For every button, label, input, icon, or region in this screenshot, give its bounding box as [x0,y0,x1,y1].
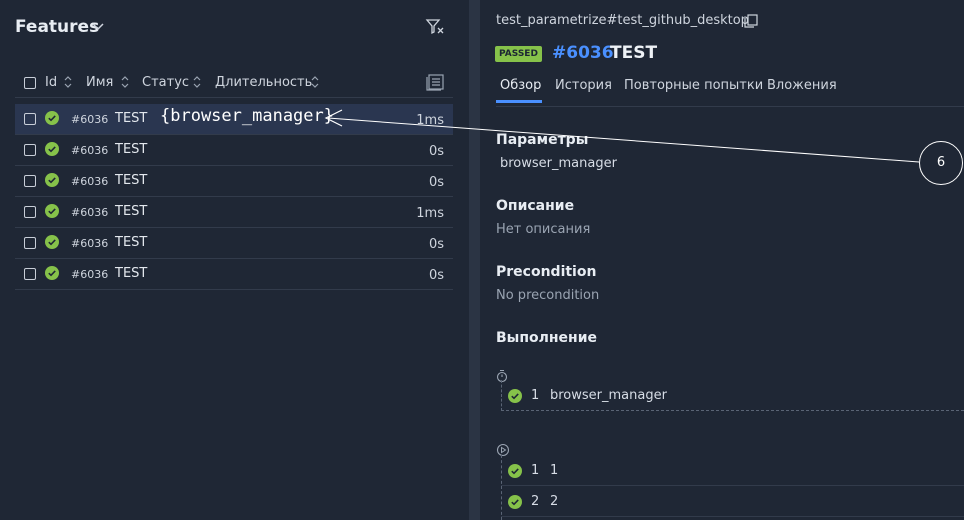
passed-icon [45,173,59,187]
step-number: 1 [531,388,540,403]
row-duration: 1ms [416,206,444,221]
chevron-down-icon[interactable] [91,20,105,34]
description-title: Описание [496,198,575,214]
row-checkbox[interactable] [24,237,36,249]
precondition-value: No precondition [496,288,600,303]
sort-icon[interactable] [120,75,130,89]
active-tab-indicator [496,100,542,103]
table-row[interactable]: #6036 TEST 0s [15,135,453,166]
callout-number: 6 [919,141,963,185]
row-name: TEST [115,111,148,126]
row-id: #6036 [71,237,109,250]
test-detail-panel: test_parametrize#test_github_desktop PAS… [480,0,964,520]
passed-icon [45,111,59,125]
row-id: #6036 [71,268,109,281]
table-row[interactable]: #6036 TEST 0s [15,259,453,290]
table-row[interactable]: #6036 TEST 1ms [15,197,453,228]
row-id: #6036 [71,144,109,157]
step-name: browser_manager [550,388,667,403]
passed-icon [508,389,522,403]
sort-icon[interactable] [192,75,202,89]
row-checkbox[interactable] [24,268,36,280]
table-header: Id Имя Статус Длительность [15,68,453,98]
passed-icon [45,142,59,156]
row-name: TEST [115,142,148,157]
passed-icon [45,204,59,218]
column-status[interactable]: Статус [142,75,189,90]
row-name: TEST [115,266,148,281]
passed-icon [45,266,59,280]
test-path: test_parametrize#test_github_desktop [496,13,749,28]
row-duration: 0s [428,268,444,283]
test-list-panel: Features Id Имя Статус Длительность #603… [0,0,469,520]
step-number: 1 [531,463,540,478]
row-id: #6036 [71,113,109,126]
tab-history[interactable]: История [555,78,612,93]
row-id: #6036 [71,175,109,188]
description-value: Нет описания [496,222,591,237]
body-step-row[interactable]: 11 [501,455,964,486]
row-checkbox[interactable] [24,113,36,125]
parameters-value: browser_manager [500,156,617,171]
test-name: TEST [610,43,658,63]
annotation-label: {browser_manager} [160,106,334,126]
columns-settings-icon[interactable] [426,72,446,92]
status-badge: PASSED [495,46,542,62]
row-id: #6036 [71,206,109,219]
row-duration: 0s [428,175,444,190]
features-title[interactable]: Features [15,17,99,37]
column-id[interactable]: Id [45,75,57,90]
row-duration: 1ms [416,113,444,128]
filter-clear-icon[interactable] [425,18,445,36]
step-number: 2 [531,494,540,509]
setup-step-row[interactable]: 1 browser_manager [501,380,964,411]
detail-tabs: Обзор История Повторные попытки Вложения [496,76,964,107]
passed-icon [508,495,522,509]
step-name: 2 [550,494,559,509]
table-row[interactable]: #6036 TEST 0s [15,228,453,259]
passed-icon [508,464,522,478]
row-duration: 0s [428,144,444,159]
select-all-checkbox[interactable] [24,77,36,89]
execution-title: Выполнение [496,330,598,346]
parameters-title: Параметры [496,132,589,148]
precondition-title: Precondition [496,264,597,280]
step-name: 1 [550,463,559,478]
tab-attachments[interactable]: Вложения [767,78,837,93]
row-name: TEST [115,173,148,188]
column-name[interactable]: Имя [86,75,113,90]
row-duration: 0s [428,237,444,252]
copy-icon[interactable] [744,14,758,28]
row-name: TEST [115,235,148,250]
row-name: TEST [115,204,148,219]
table-row[interactable]: #6036 TEST 0s [15,166,453,197]
row-checkbox[interactable] [24,144,36,156]
test-id: #6036 [552,43,614,63]
column-duration[interactable]: Длительность [215,75,312,90]
row-checkbox[interactable] [24,175,36,187]
sort-icon[interactable] [310,75,320,89]
tab-overview[interactable]: Обзор [500,78,541,93]
tab-retries[interactable]: Повторные попытки [624,78,763,93]
panel-resizer[interactable] [469,0,480,520]
sort-icon[interactable] [63,75,73,89]
row-checkbox[interactable] [24,206,36,218]
body-step-row[interactable]: 22 [501,486,964,517]
passed-icon [45,235,59,249]
